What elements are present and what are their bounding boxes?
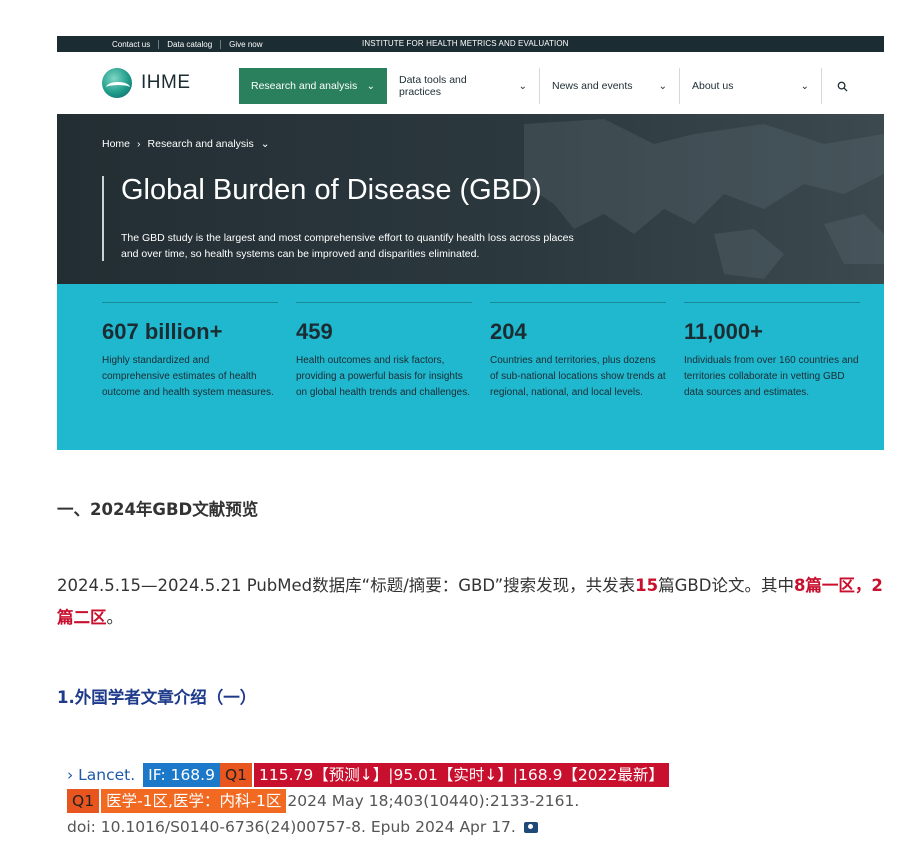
utility-links: Contact us Data catalog Give now (57, 39, 271, 49)
ihme-logo[interactable]: IHME (57, 52, 239, 114)
chevron-right-icon: › (137, 138, 141, 150)
doi-text[interactable]: doi: 10.1016/S0140-6736(24)00757-8. Epub… (67, 814, 516, 840)
section-heading: 一、2024年GBD文献预览 (57, 500, 259, 519)
nav-research-and-analysis[interactable]: Research and analysis ⌄ (239, 68, 387, 104)
journal-link[interactable]: › Lancet. (67, 762, 135, 788)
camera-icon[interactable] (523, 821, 538, 833)
hero-description: The GBD study is the largest and most co… (121, 232, 574, 260)
nav-label: Data tools and practices (399, 74, 467, 98)
citation-row: Q1 医学-1区,医学：内科-1区 2024 May 18;403(10440)… (67, 788, 669, 814)
stat-card: 11,000+ Individuals from over 160 countr… (684, 302, 860, 401)
subsection-heading: 1.外国学者文章介绍（一） (57, 688, 257, 707)
stat-card: 459 Health outcomes and risk factors, pr… (296, 302, 472, 401)
chevron-down-icon: ⌄ (518, 80, 527, 92)
nav-label: Research and analysis (251, 80, 358, 92)
citation-row: doi: 10.1016/S0140-6736(24)00757-8. Epub… (67, 814, 669, 840)
para-text: 篇GBD论文。其中 (658, 576, 794, 595)
nav-label: News and events (552, 80, 633, 92)
quartile-badge: Q1 (219, 763, 253, 787)
stat-card: 204 Countries and territories, plus doze… (490, 302, 666, 401)
citation-block: › Lancet. IF: 168.9 Q1 115.79【预测↓】|95.01… (67, 762, 669, 840)
main-navbar: IHME Research and analysis ⌄ Data tools … (57, 52, 884, 114)
stat-number: 607 billion+ (102, 319, 223, 344)
page-title: Global Burden of Disease (GBD) (121, 174, 542, 206)
search-icon (837, 81, 848, 92)
stat-description: Highly standardized and comprehensive es… (102, 355, 274, 398)
nav-news-and-events[interactable]: News and events ⌄ (540, 68, 680, 104)
stat-card: 607 billion+ Highly standardized and com… (102, 302, 278, 401)
stat-description: Countries and territories, plus dozens o… (490, 355, 666, 398)
paper-count: 15 (635, 576, 659, 595)
chevron-down-icon: ⌄ (658, 80, 667, 92)
chevron-down-icon: ⌄ (800, 80, 809, 92)
nav-data-tools[interactable]: Data tools and practices ⌄ (387, 68, 540, 104)
quartile-badge: Q1 (67, 789, 100, 813)
stats-panel: 607 billion+ Highly standardized and com… (57, 284, 884, 450)
contact-us-link[interactable]: Contact us (104, 39, 160, 49)
institute-name: INSTITUTE FOR HEALTH METRICS AND EVALUAT… (362, 39, 569, 48)
hero-banner: Home › Research and analysis ⌄ Global Bu… (57, 114, 884, 284)
data-catalog-link[interactable]: Data catalog (159, 39, 222, 49)
search-button[interactable] (822, 68, 862, 104)
chevron-down-icon: ⌄ (366, 80, 375, 92)
ihme-logo-icon (102, 68, 132, 98)
stat-number: 204 (490, 319, 527, 344)
stat-number: 11,000+ (684, 319, 763, 344)
para-text: 。 (106, 608, 124, 627)
logo-text: IHME (141, 72, 191, 93)
nav-about-us[interactable]: About us ⌄ (680, 68, 822, 104)
stat-number: 459 (296, 319, 333, 344)
utility-bar: Contact us Data catalog Give now INSTITU… (57, 36, 884, 52)
give-now-link[interactable]: Give now (221, 40, 270, 49)
citation-reference: 2024 May 18;403(10440):2133-2161. (287, 792, 580, 810)
impact-factor-badge: IF: 168.9 (143, 763, 220, 787)
breadcrumb: Home › Research and analysis ⌄ (102, 138, 270, 150)
breadcrumb-current[interactable]: Research and analysis (148, 138, 254, 150)
hero-divider (102, 176, 104, 261)
summary-paragraph: 2024.5.15—2024.5.21 PubMed数据库“标题/摘要：GBD”… (57, 570, 887, 634)
impact-trend-badge: 115.79【预测↓】|95.01【实时↓】|168.9【2022最新】 (254, 763, 669, 787)
stat-description: Individuals from over 160 countries and … (684, 355, 859, 398)
stat-description: Health outcomes and risk factors, provid… (296, 355, 471, 398)
nav-label: About us (692, 80, 734, 92)
breadcrumb-home[interactable]: Home (102, 138, 130, 150)
ihme-screenshot: Contact us Data catalog Give now INSTITU… (57, 36, 884, 450)
citation-row: › Lancet. IF: 168.9 Q1 115.79【预测↓】|95.01… (67, 762, 669, 788)
para-text: 2024.5.15—2024.5.21 PubMed数据库“标题/摘要：GBD”… (57, 576, 636, 595)
chevron-down-icon[interactable]: ⌄ (261, 138, 270, 150)
category-badge: 医学-1区,医学：内科-1区 (101, 789, 287, 813)
